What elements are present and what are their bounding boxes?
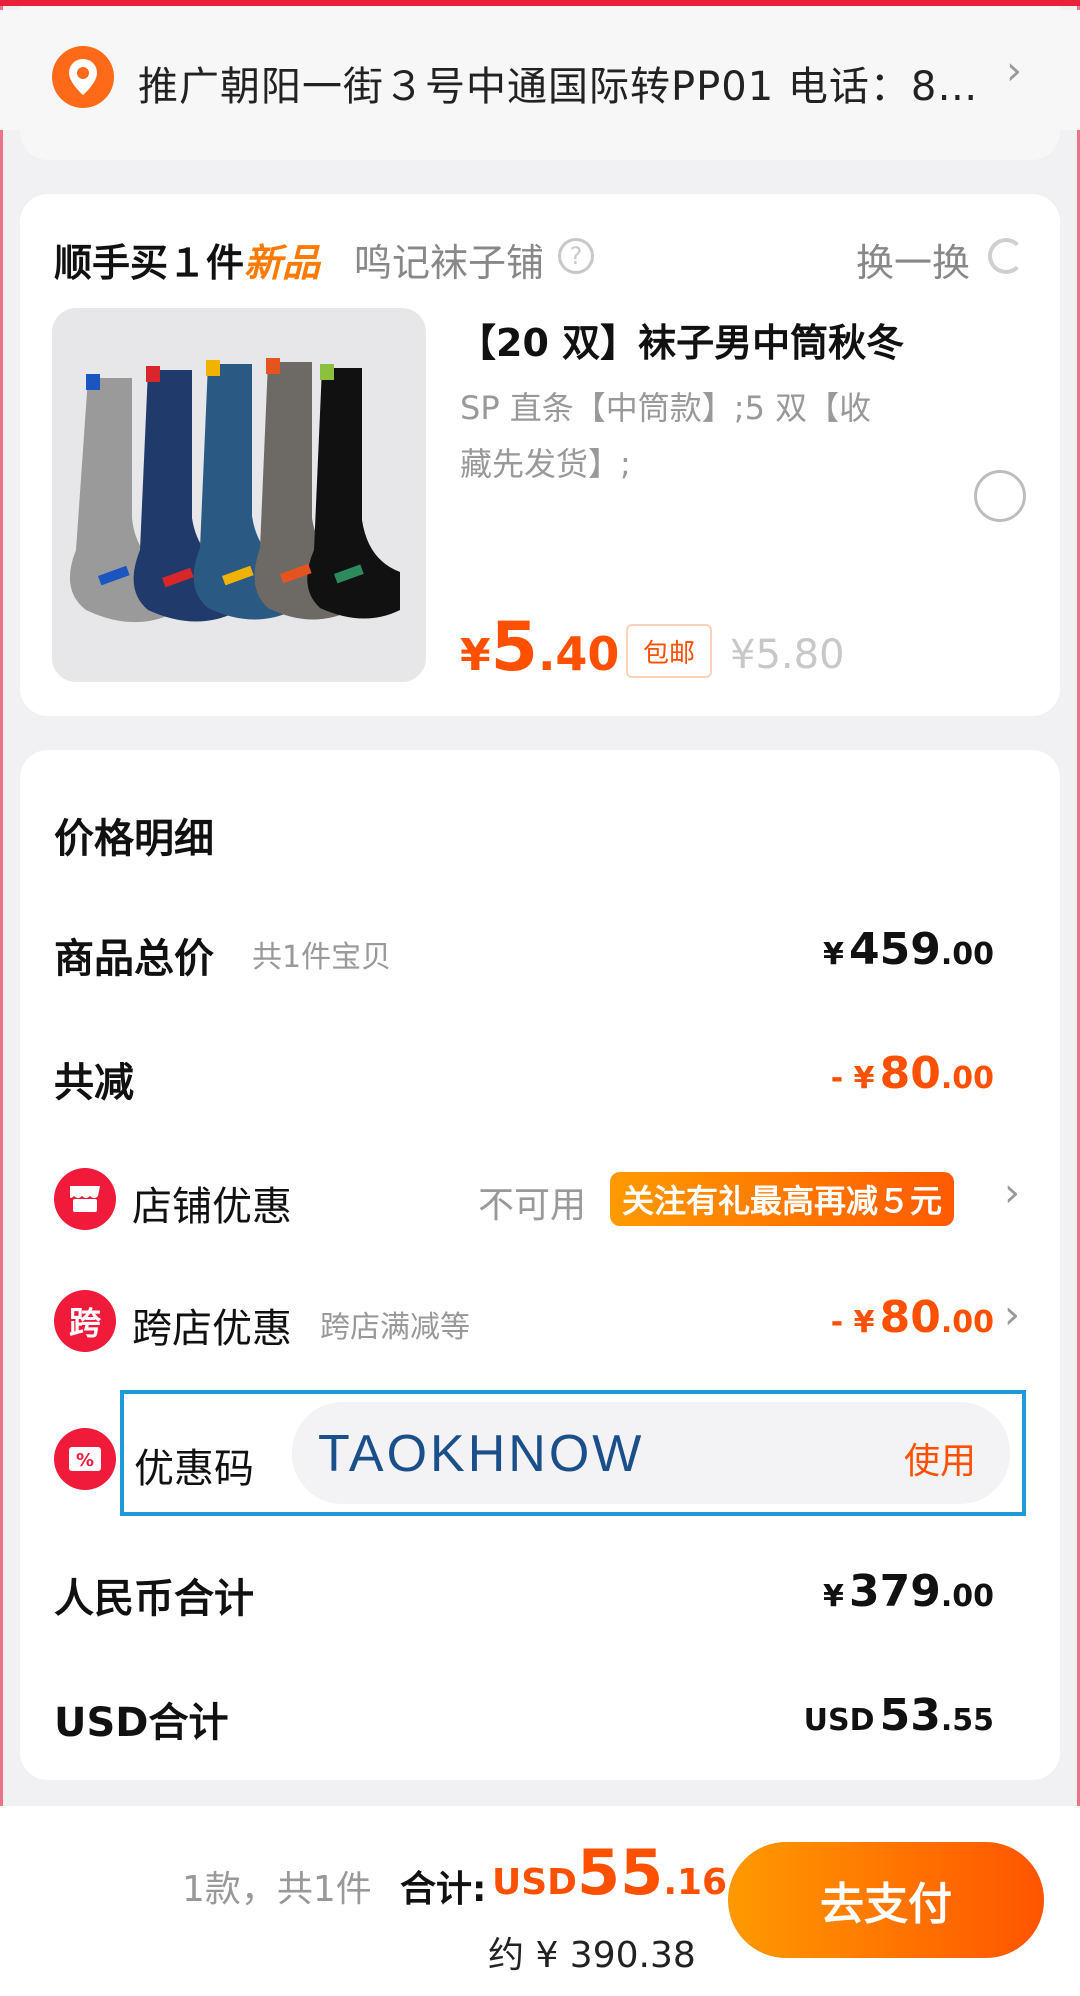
usd-total-label: USD合计 (54, 1700, 229, 1746)
cross-shop-sub: 跨店满减等 (320, 1310, 470, 1345)
amount-decimal: .00 (940, 1579, 994, 1614)
checkout-bar: 1款，共1件 合计: USD55.16 约 ¥ 390.38 去支付 (0, 1806, 1080, 1996)
chevron-right-icon[interactable]: › (1004, 1170, 1020, 1216)
approx-rmb: 约 ¥ 390.38 (488, 1935, 696, 1976)
amount-integer: 379 (848, 1566, 941, 1617)
total-amount: USD55.16 (492, 1836, 727, 1909)
svg-text:%: % (76, 1450, 94, 1471)
chevron-right-icon: › (1006, 48, 1022, 94)
cross-shop-amount[interactable]: - ¥ 80.00 (831, 1292, 994, 1343)
price-symbol: ¥ (460, 630, 491, 681)
total-label: 合计: (400, 1869, 487, 1910)
coupon-code-value[interactable]: TAOKHNOW (318, 1424, 644, 1484)
currency-symbol: - ¥ (830, 1061, 875, 1096)
goods-total-label: 商品总价 (54, 936, 214, 982)
rmb-total-amount: ¥ 379.00 (823, 1566, 994, 1617)
recommend-title-prefix: 顺手买１件 (54, 241, 245, 285)
address-text: 推广朝阳一街３号中通国际转PP01 电话：8... (138, 64, 978, 110)
discount-total-amount: - ¥ 80.00 (831, 1048, 994, 1099)
discount-total-label: 共减 (54, 1060, 134, 1106)
amount-decimal: .55 (940, 1703, 994, 1738)
swap-button[interactable]: 换一换 (856, 232, 970, 287)
free-shipping-badge: 包邮 (626, 624, 712, 678)
price-integer: 5 (490, 608, 538, 687)
price-detail-card: 价格明细 商品总价 共1件宝贝 ¥ 459.00 共减 - ¥ 80.00 店铺… (20, 750, 1060, 1780)
price-decimal: .40 (537, 627, 620, 681)
follow-promo-tag[interactable]: 关注有礼最高再减５元 (610, 1172, 955, 1226)
store-icon (54, 1168, 116, 1230)
amount-decimal: .00 (940, 1305, 994, 1340)
product-spec: SP 直条【中筒款】;5 双【收藏先发货】; (460, 389, 872, 483)
currency-symbol: USD (803, 1703, 875, 1738)
cross-shop-label: 跨店优惠 (132, 1306, 292, 1352)
product-name[interactable]: 【20 双】袜子男中筒秋冬 (458, 312, 904, 367)
new-product-highlight: 新品 (244, 241, 321, 285)
currency-symbol: - ¥ (830, 1305, 875, 1340)
cross-shop-icon: 跨 (54, 1290, 116, 1352)
recommend-title: 顺手买１件新品 (54, 232, 320, 287)
amount-decimal: .00 (940, 937, 994, 972)
amount-decimal: .00 (940, 1061, 994, 1096)
currency-symbol: ¥ (823, 1579, 844, 1614)
use-coupon-button[interactable]: 使用 (904, 1432, 976, 1484)
goods-total-amount: ¥ 459.00 (823, 924, 994, 975)
product-image[interactable] (52, 308, 426, 682)
location-pin-icon (52, 46, 114, 108)
total-decimal: .16 (663, 1862, 728, 1903)
amount-integer: 459 (848, 924, 941, 975)
currency-symbol: ¥ (823, 937, 844, 972)
help-icon[interactable]: ? (558, 238, 594, 274)
select-radio[interactable] (974, 470, 1026, 522)
item-count: 1款，共1件 (182, 1869, 372, 1910)
pay-button[interactable]: 去支付 (728, 1842, 1044, 1958)
coupon-code-input[interactable]: TAOKHNOW 使用 (292, 1402, 1010, 1504)
rmb-total-label: 人民币合计 (54, 1576, 254, 1622)
goods-count: 共1件宝贝 (252, 940, 392, 975)
shop-coupon-label: 店铺优惠 (132, 1184, 292, 1230)
original-price: ¥5.80 (730, 632, 845, 678)
refresh-icon[interactable] (988, 238, 1024, 274)
coupon-percent-icon: % (54, 1428, 116, 1490)
amount-integer: 80 (879, 1048, 941, 1099)
price-detail-title: 价格明细 (54, 816, 214, 862)
shop-coupon-status: 不可用 (478, 1185, 587, 1226)
recommend-card: 顺手买１件新品 鸣记袜子铺 ? 换一换 【20 双】袜子男中筒秋冬 SP 直条【… (20, 194, 1060, 716)
amount-integer: 80 (879, 1292, 941, 1343)
address-bar[interactable]: 推广朝阳一街３号中通国际转PP01 电话：8... › (0, 10, 1080, 130)
amount-integer: 53 (879, 1690, 941, 1741)
total-currency: USD (492, 1862, 578, 1903)
product-price: ¥5.40 (460, 608, 619, 687)
left-border-line (0, 0, 3, 1996)
shop-name[interactable]: 鸣记袜子铺 (354, 232, 544, 287)
chevron-right-icon[interactable]: › (1004, 1292, 1020, 1338)
coupon-code-highlight: TAOKHNOW 使用 (120, 1390, 1026, 1516)
usd-total-amount: USD 53.55 (804, 1690, 994, 1741)
total-integer: 55 (577, 1836, 664, 1909)
